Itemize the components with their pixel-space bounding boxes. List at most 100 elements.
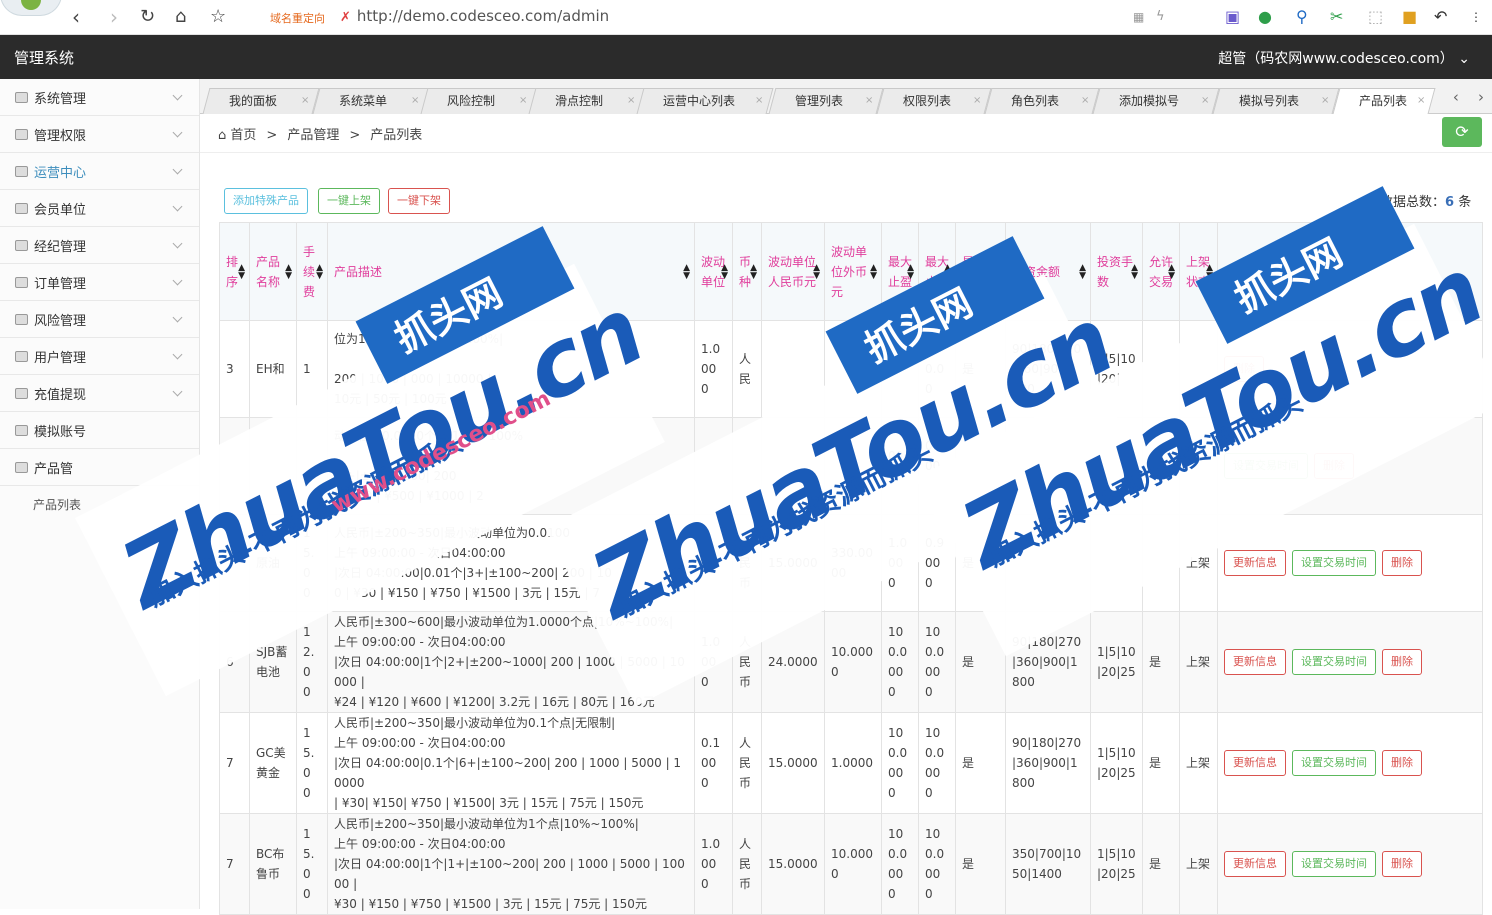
cell-force-close: 是 [955,514,1006,612]
tab-permission-list[interactable]: 权限列表 × [876,88,992,114]
sidebar-item-members[interactable]: 会员单位 [0,190,199,227]
cell-allow: 是 [1142,813,1180,915]
col-max-profit[interactable]: 最大止盈 ▲ ▼ [881,222,919,321]
set-trade-time-button[interactable]: 设置交易时间 [1292,750,1376,776]
cell-force-close: 是 [955,611,1006,713]
delete-button[interactable]: 删除 [1314,453,1354,479]
delete-button[interactable]: 删除 [1382,750,1422,776]
col-status[interactable]: 上架状态 ▲ ▼ [1179,222,1218,321]
col-force-close[interactable]: 是否强制平仓 ▲ ▼ [955,222,1006,321]
cell-desc: 人民币|±300~600|最小波动单位为1.0000个点|10%~100%| 上… [327,611,695,713]
address-bar[interactable]: ✗ http://demo.codesceo.com/admin [340,7,609,25]
breadcrumb-product-manage[interactable]: 产品管理 [287,128,339,143]
sidebar-item-users[interactable]: 用户管理 [0,338,199,375]
col-desc[interactable]: 产品描述 ▲ ▼ [327,222,695,321]
cell-max-loss: 0.9 00 0 [918,514,956,612]
sidebar-item-orders[interactable]: 订单管理 [0,264,199,301]
bookmark-star-icon[interactable]: ☆ [210,4,226,30]
tab-risk-control[interactable]: 风险控制 × [420,88,538,114]
cell-name: SJB蓄电池 [249,611,297,713]
col-currency[interactable]: 币种 ▲ ▼ [732,222,762,321]
list-icon [15,165,28,177]
add-special-product-button[interactable]: 添加特殊产品 [224,188,308,214]
set-trade-time-button[interactable]: 设置交易时间 [1292,649,1376,675]
sidebar-item-permissions[interactable]: 管理权限 [0,116,199,153]
sidebar-item-products[interactable]: 产品管 [0,449,199,486]
tab-slippage[interactable]: 滑点控制 × [528,88,646,114]
set-trade-time-button[interactable]: 设置交易时间 [1292,550,1376,576]
bolt-icon[interactable]: ϟ [1156,6,1165,28]
tab-product-list[interactable]: 产品列表 × [1332,88,1436,114]
set-trade-time-button[interactable]: 设置交易时间 [1224,453,1308,479]
sidebar-item-demo-account[interactable]: 模拟账号 [0,412,199,449]
sort-icon: ▲ ▼ [944,262,951,281]
sidebar-item-label: 模拟账号 [34,424,87,440]
col-lots[interactable]: 投资手数 ▲ ▼ [1090,222,1143,321]
update-info-button[interactable]: 更新信息 [1224,851,1286,877]
tab-dashboard[interactable]: 我的面板 × [202,88,320,114]
col-sort[interactable]: 排序 ▲ ▼ [219,222,250,321]
forward-icon[interactable]: › [110,4,118,30]
set-trade-time-button[interactable]: 设置交易时间 [1292,851,1376,877]
search-icon[interactable]: ⚲ [1296,6,1308,28]
tab-add-demo[interactable]: 添加模拟号 × [1092,88,1220,114]
user-icon [15,350,28,362]
tab-system-menu[interactable]: 系统菜单 × [312,88,430,114]
delete-button[interactable]: 删除 [1382,550,1422,576]
delete-button[interactable]: 删除 [1224,356,1264,382]
delete-button[interactable]: 删除 [1382,851,1422,877]
col-amounts[interactable]: 投资金额 ▲ ▼ [1005,222,1091,321]
chevron-down-icon [172,164,183,175]
col-unit[interactable]: 波动单位 ▲ ▼ [694,222,733,321]
scissors-icon[interactable]: ✂ [1330,6,1343,28]
table-row: 3 EH和 1 位为1.0000个点|10%~100%| 200 | 1000 | 0… [219,320,1483,418]
cell-unit-fx: 10.0000 [824,813,882,915]
sidebar-item-system[interactable]: 系统管理 [0,79,199,116]
col-name[interactable]: 产品名称 ▲ ▼ [249,222,297,321]
table-row: 7 GC美黄金 1 5. 0 0 人民币|±200~350|最小波动单位为0.1个点|… [219,712,1483,814]
capture-icon[interactable]: ⬚ [1368,6,1383,28]
col-unit-fx[interactable]: 波动单位外币元 ▲ ▼ [824,222,882,321]
reload-icon[interactable]: ↻ [140,4,155,30]
qr-icon[interactable]: ▦ [1133,6,1144,28]
chevron-down-icon: ⌄ [1458,51,1470,67]
breadcrumb-home[interactable]: 首页 [230,128,256,143]
list-all-button[interactable]: 一键上架 [318,188,380,214]
col-unit-rmb[interactable]: 波动单位人民币元 ▲ ▼ [761,222,825,321]
update-info-button[interactable]: 更新信息 [1224,550,1286,576]
translate-icon[interactable]: ● [1258,6,1272,28]
delete-button[interactable]: 删除 [1382,649,1422,675]
tab-role-list[interactable]: 角色列表 × [984,88,1100,114]
sidebar-item-brokers[interactable]: 经纪管理 [0,227,199,264]
close-icon: × [864,95,873,106]
breadcrumb: ⌂ 首页 > 产品管理 > 产品列表 [218,128,423,143]
col-allow[interactable]: 允许交易 ▲ ▼ [1142,222,1180,321]
home-icon[interactable]: ⌂ [175,4,186,30]
tab-scroll-arrows[interactable]: ‹ › [1453,88,1484,106]
refresh-button[interactable]: ⟳ [1442,117,1482,147]
cell-max-profit: 1.0 00 0 [881,514,919,612]
tab-ops-center-list[interactable]: 运营中心列表 × [636,88,774,114]
delist-all-button[interactable]: 一键下架 [388,188,450,214]
sidebar-item-operations[interactable]: 运营中心 [0,153,199,190]
undo-icon[interactable]: ↶ [1434,6,1447,28]
sidebar-item-label: 管理权限 [34,128,87,144]
cell-sort [219,514,250,612]
col-max-loss[interactable]: 最大止损 ▲ ▼ [918,222,956,321]
tab-demo-list[interactable]: 模拟号列表 × [1212,88,1340,114]
sidebar-item-risk[interactable]: 风险管理 [0,301,199,338]
update-info-button[interactable]: 更新信息 [1224,649,1286,675]
tab-admin-list[interactable]: 管理列表 × [768,88,884,114]
url-text: http://demo.codesceo.com/admin [356,7,610,25]
apps-icon[interactable]: ■ [1402,6,1417,28]
extension-icon[interactable]: ▣ [1225,6,1240,28]
user-menu[interactable]: 超管（码农网www.codesceo.com） ⌄ [1218,48,1470,68]
update-info-button[interactable]: 更新信息 [1224,750,1286,776]
cell-lots: 1|5|10|20|25 [1090,611,1143,713]
cell-allow [1142,320,1180,418]
sidebar-item-deposit[interactable]: 充值提现 [0,375,199,412]
back-icon[interactable]: ‹ [72,4,80,30]
menu-icon[interactable]: ⋮ [1470,6,1482,28]
sidebar-subitem-product-list[interactable]: 产品列表 [0,486,199,523]
col-fee[interactable]: 手续费 ▲ ▼ [296,222,328,321]
